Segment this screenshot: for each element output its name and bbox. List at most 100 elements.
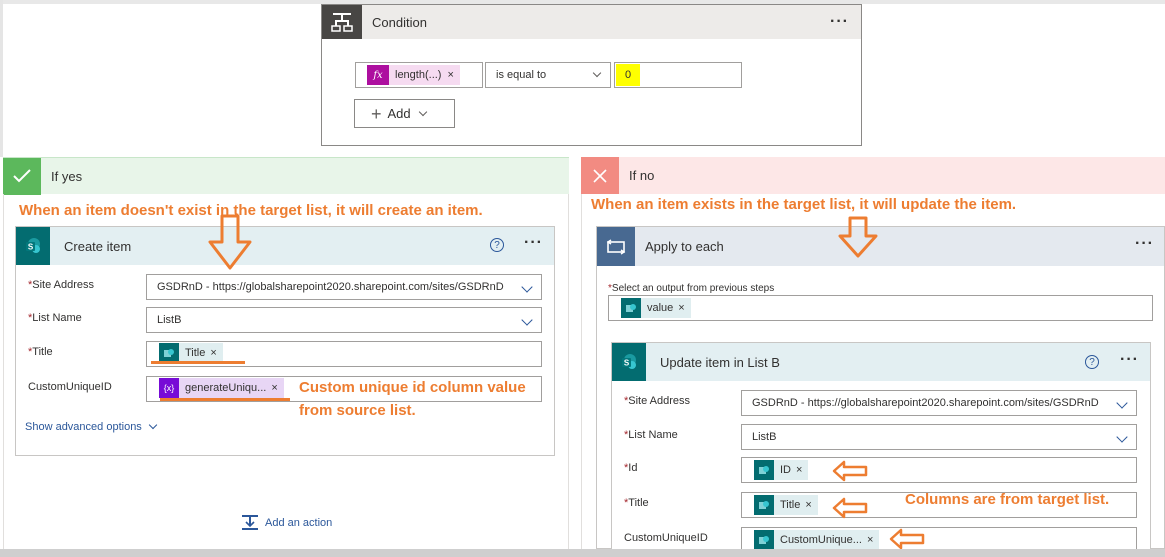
add-condition-button[interactable]: + Add	[354, 99, 455, 128]
variable-token-label: generateUniqu...	[185, 382, 267, 394]
site-address-label: *Site Address	[28, 279, 95, 291]
site-address-select[interactable]: GSDRnD - https://globalsharepoint2020.sh…	[146, 274, 542, 300]
update-custom-id-label: CustomUniqueID	[624, 532, 708, 544]
loop-icon	[597, 227, 635, 266]
update-custom-id-token[interactable]: CustomUnique... ×	[754, 530, 880, 550]
fx-icon: fx	[367, 65, 389, 85]
update-custom-id-token-label: CustomUnique...	[780, 534, 862, 546]
branch-if-yes-header[interactable]: If yes	[3, 157, 569, 195]
bottom-scrollbar[interactable]	[0, 549, 1165, 557]
checkmark-icon	[3, 157, 41, 195]
sharepoint-icon	[159, 343, 179, 363]
update-site-address-label: *Site Address	[624, 395, 691, 407]
condition-header[interactable]: Condition ···	[322, 5, 861, 39]
arrow-left-icon	[832, 460, 868, 482]
update-item-title: Update item in List B	[660, 354, 780, 370]
condition-icon	[322, 5, 362, 39]
chevron-down-icon	[521, 281, 533, 293]
apply-to-each-header[interactable]: Apply to each ···	[597, 227, 1164, 266]
remove-token-icon[interactable]: ×	[867, 534, 879, 546]
condition-more-icon[interactable]: ···	[830, 13, 849, 31]
apply-to-each-title: Apply to each	[645, 239, 724, 254]
add-label: Add	[387, 106, 411, 121]
arrow-left-icon	[889, 528, 925, 550]
operator-value: is equal to	[496, 69, 547, 81]
close-icon	[581, 157, 619, 194]
update-site-address-value: GSDRnD - https://globalsharepoint2020.sh…	[752, 397, 1099, 409]
select-output-label: *Select an output from previous steps	[608, 283, 775, 294]
update-title-token-label: Title	[780, 499, 801, 511]
no-annotation: When an item exists in the target list, …	[591, 196, 1017, 213]
condition-left-operand[interactable]: fx length(...) ×	[355, 62, 483, 88]
chevron-down-icon	[418, 107, 427, 116]
remove-token-icon[interactable]: ×	[796, 464, 808, 476]
id-token[interactable]: ID ×	[754, 460, 809, 480]
remove-token-icon[interactable]: ×	[678, 302, 690, 314]
remove-token-icon[interactable]: ×	[271, 382, 283, 394]
help-icon[interactable]: ?	[490, 238, 504, 252]
fx-token[interactable]: fx length(...) ×	[367, 65, 460, 85]
update-title-token[interactable]: Title ×	[754, 495, 818, 515]
remove-token-icon[interactable]: ×	[447, 69, 459, 81]
title-token-label: Title	[185, 347, 206, 359]
condition-right-operand[interactable]: 0	[614, 62, 742, 88]
custom-id-label: CustomUniqueID	[28, 381, 112, 393]
update-list-name-select[interactable]: ListB	[741, 424, 1137, 450]
condition-value: 0	[625, 69, 632, 81]
help-icon[interactable]: ?	[1085, 355, 1099, 369]
if-no-label: If no	[629, 168, 655, 183]
create-item-title: Create item	[64, 238, 132, 254]
chevron-down-icon	[521, 314, 533, 326]
list-name-select[interactable]: ListB	[146, 307, 542, 333]
custom-id-annotation-1: Custom unique id column value	[299, 379, 526, 396]
id-token-label: ID	[780, 464, 791, 476]
arrow-down-icon	[838, 216, 878, 258]
chevron-down-icon	[1116, 397, 1128, 409]
custom-id-annotation-2: from source list.	[299, 402, 416, 419]
underline-highlight	[160, 398, 290, 401]
operator-select[interactable]: is equal to	[485, 62, 611, 88]
fx-token-label: length(...)	[395, 69, 442, 81]
update-id-label: *Id	[624, 462, 638, 474]
title-label: *Title	[28, 346, 53, 358]
more-options-icon[interactable]: ···	[1135, 235, 1154, 253]
chevron-down-icon	[1116, 431, 1128, 443]
more-options-icon[interactable]: ···	[1120, 351, 1139, 369]
sharepoint-icon: S	[612, 343, 646, 381]
canvas-left-edge	[0, 0, 3, 157]
show-advanced-options-link[interactable]: Show advanced options	[25, 420, 158, 433]
add-action-icon	[242, 515, 258, 530]
plus-icon: +	[371, 103, 382, 124]
svg-text:S: S	[28, 243, 34, 252]
condition-title: Condition	[372, 14, 427, 30]
more-options-icon[interactable]: ···	[524, 234, 543, 252]
variable-icon: {x}	[159, 378, 179, 398]
svg-text:S: S	[624, 359, 630, 368]
underline-highlight	[151, 361, 245, 364]
sharepoint-icon	[754, 530, 774, 550]
variable-token[interactable]: {x} generateUniqu... ×	[159, 378, 284, 398]
create-item-header[interactable]: S Create item ? ···	[16, 227, 554, 265]
update-list-name-value: ListB	[752, 431, 777, 443]
sharepoint-icon	[621, 298, 641, 318]
add-an-action-label: Add an action	[265, 517, 333, 529]
target-columns-annotation: Columns are from target list.	[905, 491, 1110, 508]
remove-token-icon[interactable]: ×	[805, 499, 817, 511]
chevron-down-icon	[592, 68, 602, 78]
update-item-header[interactable]: S Update item in List B ? ···	[612, 343, 1150, 381]
title-token[interactable]: Title ×	[159, 343, 223, 363]
site-address-value: GSDRnD - https://globalsharepoint2020.sh…	[157, 281, 504, 293]
update-title-label: *Title	[624, 497, 649, 509]
arrow-left-icon	[832, 497, 868, 519]
add-an-action-button[interactable]: Add an action	[240, 514, 332, 532]
value-token[interactable]: value ×	[621, 298, 691, 318]
branch-if-no-header[interactable]: If no	[581, 157, 1165, 194]
list-name-label: *List Name	[28, 312, 82, 324]
if-yes-label: If yes	[51, 168, 83, 184]
flow-canvas: Condition ··· fx length(...) × is equal …	[0, 0, 1165, 557]
sharepoint-icon: S	[16, 227, 50, 265]
list-name-value: ListB	[157, 314, 182, 326]
remove-token-icon[interactable]: ×	[210, 347, 222, 359]
arrow-down-icon	[208, 214, 252, 270]
update-site-address-select[interactable]: GSDRnD - https://globalsharepoint2020.sh…	[741, 390, 1137, 416]
